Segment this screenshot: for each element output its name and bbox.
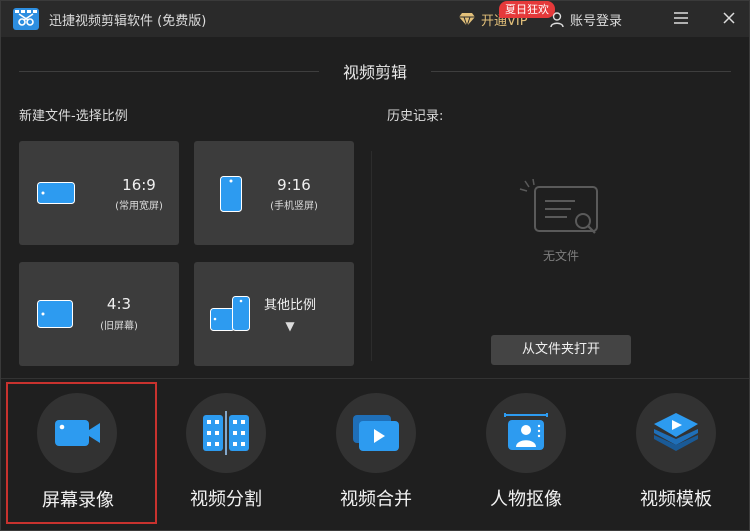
tool-label: 视频合并 [340, 489, 412, 510]
tool-screen-recording[interactable]: 屏幕录像 [6, 382, 157, 524]
custom-ratio-icon [210, 296, 250, 331]
tool-icon-circle [186, 393, 266, 473]
ratio-value: 16:9 [122, 176, 156, 194]
diamond-icon [459, 13, 475, 26]
ratio-other-card[interactable]: 其他比例 ▼ [194, 262, 354, 366]
ratio-description: (常用宽屏) [115, 201, 163, 212]
tool-video-split[interactable]: 视频分割 [151, 389, 301, 525]
tool-icon-circle [636, 393, 716, 473]
history-label: 历史记录: [387, 109, 444, 124]
empty-text: 无文件 [542, 249, 579, 263]
ratio-description: (手机竖屏) [270, 201, 318, 212]
open-from-folder-button[interactable]: 从文件夹打开 [491, 335, 631, 365]
dropdown-arrow-icon: ▼ [285, 319, 295, 333]
promo-badge: 夏日狂欢 [499, 1, 555, 18]
tool-label: 视频模板 [640, 489, 712, 510]
tool-portrait-cutout[interactable]: 人物抠像 [451, 389, 601, 525]
tool-video-template[interactable]: 视频模板 [601, 389, 750, 525]
ratio-description: (旧屏幕) [100, 321, 138, 332]
ratio-9-16-card[interactable]: 9:16 (手机竖屏) [194, 141, 354, 245]
empty-document-icon [519, 179, 598, 234]
tool-video-merge[interactable]: 视频合并 [301, 389, 451, 525]
divider [371, 151, 372, 361]
film-split-icon [203, 411, 249, 455]
portrait-phone-icon [220, 176, 242, 212]
ratio-value: 9:16 [277, 176, 311, 194]
ratio-value: 其他比例 [263, 298, 316, 313]
ratio-value: 4:3 [106, 295, 132, 313]
user-icon [550, 12, 564, 27]
menu-icon[interactable] [674, 12, 688, 24]
new-file-label: 新建文件-选择比例 [19, 109, 128, 124]
account-login-label: 账号登录 [570, 14, 623, 29]
section-title-text: 视频剪辑 [332, 63, 417, 82]
ratio-4-3-card[interactable]: 4:3 (旧屏幕) [19, 262, 179, 366]
video-merge-icon [353, 415, 399, 451]
template-layers-icon [654, 413, 698, 451]
tool-label: 视频分割 [190, 489, 262, 510]
app-title: 迅捷视频剪辑软件 (免费版) [49, 14, 207, 29]
portrait-cutout-icon [504, 413, 548, 450]
tool-icon-circle [336, 393, 416, 473]
ratio-16-9-card[interactable]: 16:9 (常用宽屏) [19, 141, 179, 245]
classic-screen-icon [37, 300, 73, 328]
tool-icon-circle [486, 393, 566, 473]
app-window: 迅捷视频剪辑软件 (免费版) 开通VIP 夏日狂欢 账号登录 视频剪辑 新建文件… [0, 0, 750, 531]
tool-label: 人物抠像 [490, 489, 562, 510]
title-bar: 迅捷视频剪辑软件 (免费版) 开通VIP 夏日狂欢 账号登录 [1, 1, 749, 37]
landscape-screen-icon [37, 182, 75, 204]
section-title: 视频剪辑 [1, 59, 749, 83]
video-camera-icon [55, 420, 100, 446]
tool-label: 屏幕录像 [42, 490, 114, 511]
app-logo-icon [13, 8, 39, 30]
account-login-button[interactable]: 账号登录 [550, 10, 622, 29]
tool-icon-circle [37, 393, 117, 473]
divider [1, 378, 749, 379]
section-header: 视频剪辑 [1, 59, 749, 83]
close-icon[interactable] [723, 12, 735, 24]
